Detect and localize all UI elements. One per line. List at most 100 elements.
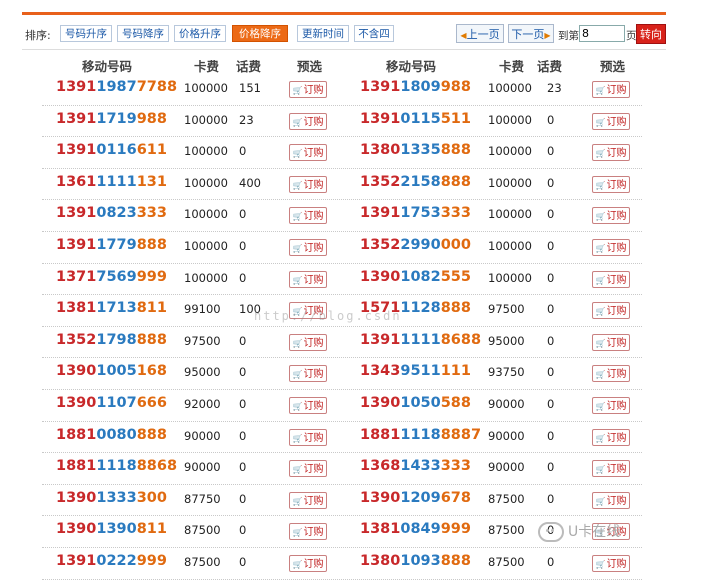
- header-reserve: 预选: [600, 59, 626, 74]
- phone-number[interactable]: 188111188868: [56, 458, 177, 474]
- phone-number-part: 1713: [96, 300, 137, 317]
- order-button[interactable]: 🛒订购: [592, 175, 630, 193]
- phone-number-part: 1381: [56, 300, 97, 317]
- order-button[interactable]: 🛒订购: [592, 238, 630, 256]
- phone-number[interactable]: 13901333300: [56, 490, 167, 506]
- order-button[interactable]: 🛒订购: [592, 270, 630, 288]
- call-fee: 0: [547, 238, 555, 253]
- phone-number[interactable]: 13901082555: [360, 269, 471, 285]
- phone-number[interactable]: 13611111131: [56, 174, 167, 190]
- call-fee: 400: [239, 175, 261, 190]
- table-row: 13717569999 100000 0 🛒订购 13901082555 100000 0 🛒…: [22, 264, 666, 296]
- phone-number[interactable]: 13717569999: [56, 269, 167, 285]
- card-fee: 100000: [184, 207, 228, 222]
- next-page-button[interactable]: 下一页▶: [508, 24, 554, 43]
- card-fee: 93750: [488, 365, 525, 380]
- order-button[interactable]: 🛒订购: [289, 523, 327, 541]
- order-button[interactable]: 🛒订购: [289, 207, 327, 225]
- order-button[interactable]: 🛒订购: [592, 554, 630, 572]
- order-button[interactable]: 🛒订购: [289, 554, 327, 572]
- phone-number[interactable]: 188111188887: [360, 427, 481, 443]
- phone-number[interactable]: 13901050588: [360, 395, 471, 411]
- phone-number[interactable]: 13911719988: [56, 111, 167, 127]
- phone-number-part: 0080: [96, 426, 137, 443]
- call-fee: 23: [547, 81, 562, 95]
- order-button[interactable]: 🛒订购: [289, 270, 327, 288]
- phone-number-part: 1005: [96, 363, 137, 380]
- order-button[interactable]: 🛒订购: [289, 396, 327, 414]
- cart-icon: 🛒: [292, 465, 303, 475]
- order-button[interactable]: 🛒订购: [289, 238, 327, 256]
- order-button[interactable]: 🛒订购: [592, 365, 630, 383]
- phone-number[interactable]: 13910115511: [360, 111, 471, 127]
- order-button[interactable]: 🛒订购: [592, 396, 630, 414]
- sort-number-desc-button[interactable]: 号码降序: [117, 25, 169, 42]
- phone-number[interactable]: 13901209678: [360, 490, 471, 506]
- order-button[interactable]: 🛒订购: [289, 428, 327, 446]
- phone-number-part: 1390: [56, 363, 97, 380]
- order-button[interactable]: 🛒订购: [592, 144, 630, 162]
- table-row: 13901005168 95000 0 🛒订购 13439511111 93750 0 🛒订购: [22, 358, 666, 390]
- phone-number[interactable]: 13901390811: [56, 521, 167, 537]
- phone-number[interactable]: 13801335888: [360, 142, 471, 158]
- cart-icon: 🛒: [292, 117, 303, 127]
- phone-number[interactable]: 13681433333: [360, 458, 471, 474]
- sort-price-desc-button[interactable]: 价格降序: [232, 25, 288, 42]
- table-row: 139119877788 100000 151 🛒订购 13911809988 10000…: [22, 74, 666, 106]
- order-label: 订购: [606, 400, 627, 412]
- order-button[interactable]: 🛒订购: [592, 428, 630, 446]
- order-button[interactable]: 🛒订购: [592, 460, 630, 478]
- phone-number-part: 300: [136, 489, 167, 506]
- order-button[interactable]: 🛒订购: [289, 81, 327, 98]
- order-button[interactable]: 🛒订购: [592, 112, 630, 130]
- phone-number[interactable]: 18810080888: [56, 427, 167, 443]
- phone-number[interactable]: 13910823333: [56, 205, 167, 221]
- order-button[interactable]: 🛒订购: [592, 491, 630, 509]
- order-button[interactable]: 🛒订购: [289, 333, 327, 351]
- go-button[interactable]: 转向: [636, 24, 666, 44]
- order-label: 订购: [606, 211, 627, 223]
- cart-icon: 🛒: [292, 370, 303, 380]
- order-button[interactable]: 🛒订购: [289, 460, 327, 478]
- order-button[interactable]: 🛒订购: [289, 144, 327, 162]
- cart-icon: 🛒: [595, 149, 606, 159]
- phone-number[interactable]: 13911779888: [56, 237, 167, 253]
- phone-number[interactable]: 13522990000: [360, 237, 471, 253]
- order-button[interactable]: 🛒订购: [592, 333, 630, 351]
- phone-number[interactable]: 13801093888: [360, 553, 471, 569]
- phone-number[interactable]: 13911753333: [360, 205, 471, 221]
- order-button[interactable]: 🛒订购: [592, 207, 630, 225]
- call-fee: 0: [547, 491, 555, 506]
- order-button[interactable]: 🛒订购: [289, 175, 327, 193]
- order-button[interactable]: 🛒订购: [592, 81, 630, 98]
- order-button[interactable]: 🛒订购: [592, 302, 630, 320]
- order-label: 订购: [303, 85, 324, 96]
- header-call-fee: 话费: [236, 59, 262, 74]
- sort-number-asc-button[interactable]: 号码升序: [60, 25, 112, 42]
- phone-number-part: 333: [440, 205, 471, 222]
- sort-update-time-button[interactable]: 更新时间: [297, 25, 349, 42]
- sort-price-asc-button[interactable]: 价格升序: [174, 25, 226, 42]
- phone-number[interactable]: 139119877788: [56, 79, 177, 95]
- phone-number[interactable]: 13901005168: [56, 363, 167, 379]
- order-button[interactable]: 🛒订购: [289, 112, 327, 130]
- card-fee: 90000: [184, 428, 221, 443]
- phone-number[interactable]: 13811713811: [56, 300, 167, 316]
- phone-number[interactable]: 13521798888: [56, 332, 167, 348]
- phone-number[interactable]: 13910222999: [56, 553, 167, 569]
- page-number-input[interactable]: [579, 25, 625, 42]
- order-button[interactable]: 🛒订购: [289, 491, 327, 509]
- order-button[interactable]: 🛒订购: [289, 365, 327, 383]
- phone-number[interactable]: 13810849999: [360, 521, 471, 537]
- phone-number[interactable]: 13439511111: [360, 363, 471, 379]
- phone-number[interactable]: 13522158888: [360, 174, 471, 190]
- cart-icon: 🛒: [595, 496, 606, 506]
- phone-number[interactable]: 13901107666: [56, 395, 167, 411]
- phone-number[interactable]: 139111118688: [360, 332, 481, 348]
- phone-number[interactable]: 13911809988: [360, 79, 471, 95]
- exclude-four-button[interactable]: 不含四: [354, 25, 394, 42]
- phone-number[interactable]: 13910116611: [56, 142, 167, 158]
- card-fee: 100000: [184, 175, 228, 190]
- prev-page-button[interactable]: ◀上一页: [456, 24, 504, 43]
- call-fee: 0: [547, 365, 555, 380]
